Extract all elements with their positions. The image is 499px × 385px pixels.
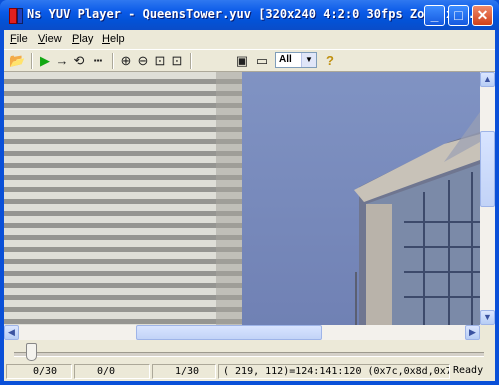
seek-track[interactable] <box>14 352 484 357</box>
status-frame: 0/30 <box>6 364 72 379</box>
zoom-in-icon[interactable]: ⊕ <box>118 53 134 69</box>
component-select-value: All <box>279 54 292 65</box>
status-decoded: 0/0 <box>74 364 150 379</box>
vertical-scroll-thumb[interactable] <box>480 131 495 208</box>
open-folder-icon[interactable]: 📂 <box>9 53 25 69</box>
seek-bar[interactable] <box>4 340 495 362</box>
chevron-down-icon[interactable]: ▼ <box>301 53 316 67</box>
status-state: Ready <box>453 365 484 376</box>
loop-icon[interactable]: ⟲ <box>71 53 87 69</box>
menu-play[interactable]: Play <box>72 33 93 45</box>
app-icon <box>9 8 17 24</box>
fit-window-icon[interactable]: ⊡ <box>169 53 185 69</box>
horizontal-scroll-thumb[interactable] <box>136 325 322 340</box>
scrollbar-corner <box>480 325 495 340</box>
client-area: File View Play Help 📂 ▶ → ⟲ ▪▪▪ ⊕ ⊖ ⊡ ⊡ … <box>4 30 495 381</box>
scroll-left-button[interactable]: ◀ <box>4 325 19 340</box>
scroll-right-button[interactable]: ▶ <box>465 325 480 340</box>
toolbar-separator <box>190 53 192 69</box>
play-icon[interactable]: ▶ <box>37 53 53 69</box>
toolbar-separator <box>112 53 114 69</box>
dots-icon[interactable]: ▪▪▪ <box>88 53 108 69</box>
menu-help[interactable]: Help <box>102 33 125 45</box>
video-frame[interactable] <box>4 72 480 325</box>
fullscreen-icon[interactable]: ▣ <box>234 53 250 69</box>
status-count: 1/30 <box>152 364 216 379</box>
seek-thumb[interactable] <box>26 343 37 361</box>
component-select[interactable]: All ▼ <box>275 52 317 68</box>
menu-bar: File View Play Help <box>4 30 495 49</box>
title-bar[interactable]: Ns YUV Player - QueensTower.yuv [320x240… <box>0 0 499 30</box>
frame-icon[interactable]: ▭ <box>254 53 270 69</box>
status-bar: 0/30 0/0 1/30 ( 219, 112)=124:141:120 (0… <box>4 363 495 381</box>
horizontal-scrollbar[interactable]: ◀ ▶ <box>4 325 480 340</box>
scroll-down-button[interactable]: ▼ <box>480 310 495 325</box>
vertical-scrollbar[interactable]: ▲ ▼ <box>480 72 495 325</box>
maximize-button[interactable]: □ <box>448 5 469 26</box>
minimize-button[interactable]: _ <box>424 5 445 26</box>
app-window: Ns YUV Player - QueensTower.yuv [320x240… <box>0 0 499 385</box>
app-icon-accent <box>17 8 23 24</box>
help-icon[interactable]: ? <box>322 53 338 69</box>
zoom-out-icon[interactable]: ⊖ <box>135 53 151 69</box>
toolbar: 📂 ▶ → ⟲ ▪▪▪ ⊕ ⊖ ⊡ ⊡ ▣ ▭ All ▼ ? <box>4 49 495 72</box>
toolbar-separator <box>31 53 33 69</box>
menu-file[interactable]: File <box>10 33 28 45</box>
scroll-up-button[interactable]: ▲ <box>480 72 495 87</box>
fit-icon[interactable]: ⊡ <box>152 53 168 69</box>
close-button[interactable]: ✕ <box>472 5 493 26</box>
video-frame-image <box>4 72 480 325</box>
status-pixel-value: ( 219, 112)=124:141:120 (0x7c,0x8d,0x78) <box>218 364 450 379</box>
step-forward-icon[interactable]: → <box>54 53 70 69</box>
window-title: Ns YUV Player - QueensTower.yuv [320x240… <box>27 7 475 21</box>
menu-view[interactable]: View <box>38 33 62 45</box>
